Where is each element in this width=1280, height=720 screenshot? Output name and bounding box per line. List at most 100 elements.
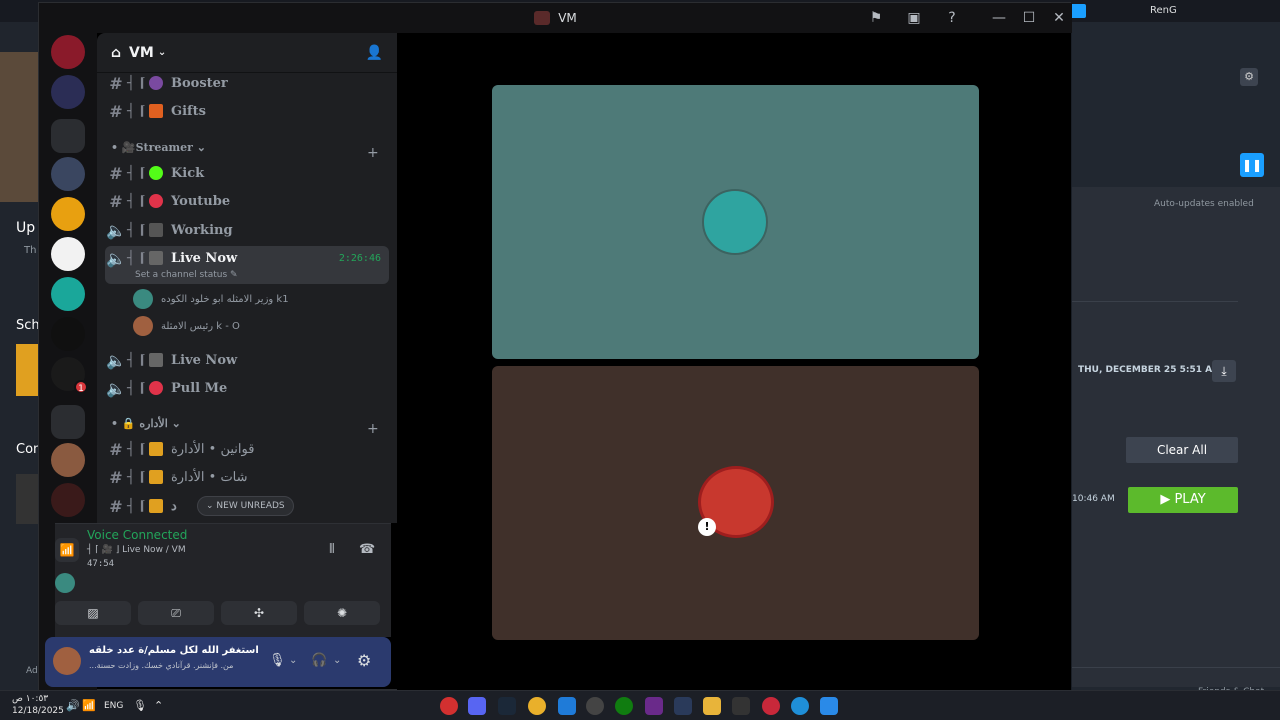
- user-name[interactable]: استغفر الله لكل مسلم/ة عدد خلقه: [89, 645, 259, 656]
- add-channel-icon[interactable]: +: [367, 421, 379, 437]
- play-button[interactable]: ▶ PLAY: [1128, 487, 1238, 513]
- camera-off-button[interactable]: ▨: [55, 601, 131, 625]
- taskbar-date[interactable]: 12/18/2025: [12, 706, 64, 716]
- app-icon-6[interactable]: [762, 697, 780, 715]
- pause-icon[interactable]: ❚❚: [1240, 153, 1264, 177]
- category-admin[interactable]: • 🔒 الأداره ⌄: [111, 417, 181, 430]
- participant-tile-1[interactable]: [492, 85, 979, 359]
- inbox-icon[interactable]: ▣: [905, 9, 923, 27]
- edge-icon[interactable]: [791, 697, 809, 715]
- maximize-icon[interactable]: ☐: [1020, 9, 1038, 27]
- channel-status-input[interactable]: Set a channel status ✎: [135, 270, 238, 280]
- taskbar-clock[interactable]: ١٠:٥٣ ص: [12, 694, 48, 704]
- channel-kick[interactable]: # ┤ ⌈ Kick: [105, 160, 389, 186]
- avatar[interactable]: [55, 573, 75, 593]
- language-indicator[interactable]: ENG: [104, 701, 123, 711]
- server-icon-9[interactable]: [51, 443, 85, 477]
- server-icon-6[interactable]: [51, 277, 85, 311]
- category-streamer[interactable]: • 🎥Streamer ⌄: [111, 141, 206, 154]
- server-icon-4[interactable]: [51, 197, 85, 231]
- app-icon-3[interactable]: [645, 697, 663, 715]
- chrome-icon[interactable]: [528, 697, 546, 715]
- xbox-icon[interactable]: [615, 697, 633, 715]
- folder-icon[interactable]: [703, 697, 721, 715]
- download-icon[interactable]: ⤓: [1212, 360, 1236, 382]
- speaker-icon: 🔈: [106, 248, 126, 268]
- game-thumb-2[interactable]: [16, 474, 40, 524]
- flag-icon[interactable]: ⚑: [867, 9, 885, 27]
- voice-connected-label[interactable]: Voice Connected: [87, 528, 187, 542]
- signal-icon[interactable]: 📶: [55, 538, 79, 562]
- disconnect-icon[interactable]: ☎: [359, 542, 375, 557]
- screen-share-button[interactable]: ⎚: [138, 601, 214, 625]
- activities-button[interactable]: ✣: [221, 601, 297, 625]
- add-game-button[interactable]: Ad: [26, 666, 38, 676]
- server-icon-5[interactable]: [51, 237, 85, 271]
- steam-left-column: Up Th Sch Con: [0, 22, 41, 690]
- taskbar: ١٠:٥٣ ص 12/18/2025 🔊 📶 ENG 🎙 ⌃: [0, 690, 1280, 720]
- chevron-down-icon[interactable]: ⌄: [289, 655, 297, 666]
- channel-label: Pull Me: [171, 380, 228, 396]
- windows-start-icon[interactable]: [820, 697, 838, 715]
- voice-user-1[interactable]: وزير الامثله ابو خلود الكوده k1: [133, 289, 289, 309]
- wifi-icon[interactable]: 📶: [82, 699, 96, 712]
- app-icon-4[interactable]: [674, 697, 692, 715]
- channel-live-now-active[interactable]: 🔈 ┤ ⌈ Live Now 2:26:46: [105, 245, 389, 271]
- server-icon-8[interactable]: 1: [51, 357, 88, 394]
- folder-icon[interactable]: [51, 119, 85, 153]
- channel-youtube[interactable]: # ┤ ⌈ Youtube: [105, 188, 389, 214]
- app-icon-5[interactable]: [732, 697, 750, 715]
- game-thumb[interactable]: [16, 344, 40, 396]
- avatar[interactable]: [53, 647, 81, 675]
- server-header[interactable]: ⌂ VM ⌄ 👤: [97, 33, 397, 73]
- mic-icon[interactable]: 🎙: [133, 699, 147, 712]
- channel-pull-me[interactable]: 🔈 ┤ ⌈ Pull Me: [105, 375, 389, 401]
- discord-icon[interactable]: [468, 697, 486, 715]
- chevron-down-icon: ⌄: [157, 47, 167, 58]
- minimize-icon[interactable]: —: [990, 9, 1008, 27]
- participant-tile-2[interactable]: !: [492, 366, 979, 640]
- clear-all-button[interactable]: Clear All: [1126, 437, 1238, 463]
- channel-admin-chat[interactable]: # ┤ ⌈ شات • الأدارة: [105, 464, 389, 490]
- app-icon-1[interactable]: [440, 697, 458, 715]
- server-icon-1[interactable]: [51, 35, 85, 69]
- microphone-icon[interactable]: 🎙: [269, 653, 286, 668]
- channel-label: قوانين • الأدارة: [171, 441, 255, 457]
- headphones-icon[interactable]: 🎧: [311, 653, 327, 668]
- channel-label: Live Now: [171, 352, 238, 368]
- gear-icon[interactable]: ⚙: [1240, 68, 1258, 86]
- settings-gear-icon[interactable]: ⚙: [357, 651, 371, 670]
- steam-notification-icon[interactable]: [1070, 4, 1086, 18]
- voice-user-2[interactable]: رئيس الامثلة k - O: [133, 316, 240, 336]
- channel-admin-rules[interactable]: # ┤ ⌈ قوانين • الأدارة: [105, 436, 389, 462]
- channel-label: Booster: [171, 75, 228, 91]
- crown-icon: [149, 76, 163, 90]
- channel-gifts[interactable]: # ┤ ⌈ Gifts: [105, 98, 389, 124]
- add-channel-icon[interactable]: +: [367, 145, 379, 161]
- close-icon[interactable]: ✕: [1050, 9, 1068, 27]
- steam-username[interactable]: RenG: [1150, 5, 1177, 16]
- help-icon[interactable]: ?: [943, 9, 961, 27]
- soundboard-button[interactable]: ✺: [304, 601, 380, 625]
- channel-booster[interactable]: # ┤ ⌈ Booster: [105, 70, 389, 96]
- server-icon-2[interactable]: [51, 75, 85, 109]
- server-icon-10[interactable]: [51, 483, 85, 517]
- new-unreads-pill[interactable]: ⌄ NEW UNREADS: [197, 496, 294, 516]
- app-icon-2[interactable]: [558, 697, 576, 715]
- add-member-icon[interactable]: 👤: [366, 45, 383, 61]
- server-icon-3[interactable]: [51, 157, 85, 191]
- chevron-down-icon[interactable]: ⌄: [333, 655, 341, 666]
- camera-icon: [149, 353, 163, 367]
- speaker-icon: 🔈: [106, 350, 126, 370]
- channel-live-now[interactable]: 🔈 ┤ ⌈ Live Now: [105, 347, 389, 373]
- downloads-panel: Auto-updates enabled THU, DECEMBER 25 5:…: [1072, 187, 1280, 697]
- voice-location[interactable]: ┤ ⌈ 🎥 ⌋ Live Now / VM: [87, 545, 186, 555]
- channel-working[interactable]: 🔈 ┤ ⌈ Working: [105, 217, 389, 243]
- volume-icon[interactable]: 🔊: [66, 699, 80, 712]
- settings-icon[interactable]: [586, 697, 604, 715]
- server-icon-7[interactable]: [51, 317, 85, 351]
- soundboard-icon[interactable]: ⦀: [329, 542, 335, 557]
- folder-icon-2[interactable]: [51, 405, 85, 439]
- chevron-up-icon[interactable]: ⌃: [154, 699, 163, 712]
- steam-icon[interactable]: [498, 697, 516, 715]
